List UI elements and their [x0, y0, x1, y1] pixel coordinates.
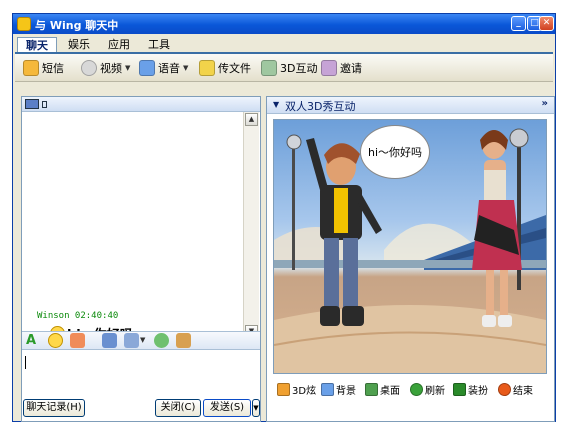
contact-avatar-icon: [25, 99, 39, 109]
3d-effect-icon: [277, 383, 290, 396]
chat-window: 与 Wing 聊天中 _ □ ✕ 聊天 娱乐 应用 工具 短信 视频 ▼ 语音 …: [12, 13, 556, 422]
message-sender-time: Winson 02:40:40: [37, 311, 119, 321]
dress-up-icon: [453, 383, 466, 396]
expand-panel-icon[interactable]: »: [542, 98, 548, 109]
3d-interact-icon: [261, 59, 277, 76]
refresh-label: 刷新: [425, 386, 445, 397]
title-bar[interactable]: 与 Wing 聊天中 _ □ ✕: [13, 14, 555, 34]
3d-scene[interactable]: hi～你好吗: [273, 119, 547, 374]
invite-button[interactable]: 邀请: [321, 58, 362, 77]
background-label: 背景: [336, 386, 356, 397]
send-button[interactable]: 发送(S): [203, 399, 251, 417]
background-icon: [321, 383, 334, 396]
scroll-up-icon[interactable]: ▲: [245, 113, 258, 126]
sms-button[interactable]: 短信: [23, 58, 64, 77]
close-window-button[interactable]: ✕: [539, 16, 554, 31]
message-bubble-icon[interactable]: [154, 333, 169, 348]
sms-label: 短信: [42, 61, 64, 75]
file-transfer-icon: [199, 59, 215, 76]
screenshot-icon[interactable]: [102, 333, 117, 348]
video-label: 视频: [100, 61, 122, 75]
end-label: 结束: [513, 386, 533, 397]
desktop-icon: [365, 383, 378, 396]
image-icon[interactable]: [124, 333, 139, 348]
desktop-button[interactable]: 桌面: [365, 382, 400, 397]
refresh-button[interactable]: 刷新: [410, 382, 445, 397]
window-title: 与 Wing 聊天中: [35, 19, 119, 32]
power-icon: [498, 383, 511, 396]
tab-chat[interactable]: 聊天: [17, 37, 57, 52]
3d-interact-label: 3D互动: [280, 61, 318, 75]
chat-panel: Winson 02:40:40 hi～你好吗 ▲ ▼ A ▼: [21, 96, 261, 422]
chat-history[interactable]: Winson 02:40:40 hi～你好吗: [23, 112, 243, 343]
invite-label: 邀请: [340, 61, 362, 75]
voice-label: 语音: [158, 61, 180, 75]
dress-up-label: 装扮: [468, 386, 488, 397]
end-button[interactable]: 结束: [498, 382, 533, 397]
voice-dropdown-icon[interactable]: ▼: [183, 64, 188, 72]
app-logo-icon: [17, 17, 31, 31]
chat-history-button[interactable]: 聊天记录(H): [23, 399, 85, 417]
sms-icon: [23, 59, 39, 76]
scene-icon[interactable]: [176, 333, 191, 348]
file-transfer-label: 传文件: [218, 61, 251, 75]
magic-emoticon-icon[interactable]: [70, 333, 85, 348]
3d-effect-button[interactable]: 3D炫: [277, 382, 316, 397]
speech-bubble: hi～你好吗: [360, 125, 430, 179]
chat-panel-header: [22, 97, 260, 112]
font-icon[interactable]: A: [26, 333, 41, 348]
refresh-icon: [410, 383, 423, 396]
main-toolbar: 短信 视频 ▼ 语音 ▼ 传文件 3D互动 邀请: [15, 54, 553, 82]
chat-scrollbar[interactable]: ▲ ▼: [243, 112, 259, 339]
desktop-label: 桌面: [380, 386, 400, 397]
file-transfer-button[interactable]: 传文件: [199, 58, 251, 77]
3d-action-bar: 3D炫 背景 桌面 刷新 装扮 结束: [267, 380, 554, 400]
video-icon: [81, 59, 97, 76]
collapse-icon[interactable]: ▼: [273, 100, 279, 109]
tab-tools[interactable]: 工具: [141, 37, 177, 52]
3d-show-panel: ▼ 双人3D秀互动 » hi～你好吗 3D炫 背景 桌面 刷新 装扮 结束: [266, 96, 555, 422]
send-options-icon[interactable]: ▼: [252, 399, 260, 417]
edit-toolbar: A ▼: [22, 331, 260, 350]
3d-show-title: 双人3D秀互动: [285, 100, 356, 113]
menu-bar: 聊天 娱乐 应用 工具: [15, 36, 553, 54]
3d-effect-label: 3D炫: [292, 386, 317, 397]
voice-icon: [139, 59, 155, 76]
image-dropdown-icon[interactable]: ▼: [140, 336, 145, 344]
video-dropdown-icon[interactable]: ▼: [125, 64, 130, 72]
tab-apps[interactable]: 应用: [101, 37, 137, 52]
video-button[interactable]: 视频 ▼: [81, 58, 130, 77]
invite-icon: [321, 59, 337, 76]
dress-up-button[interactable]: 装扮: [453, 382, 488, 397]
minimize-button[interactable]: _: [511, 16, 526, 31]
emoticon-picker-icon[interactable]: [48, 333, 63, 348]
chat-bottom-bar: 聊天记录(H) 关闭(C) 发送(S) ▼: [21, 398, 261, 418]
tab-entertainment[interactable]: 娱乐: [61, 37, 97, 52]
3d-interact-button[interactable]: 3D互动: [261, 58, 317, 77]
voice-button[interactable]: 语音 ▼: [139, 58, 188, 77]
close-button[interactable]: 关闭(C): [155, 399, 201, 417]
background-button[interactable]: 背景: [321, 382, 356, 397]
3d-show-header[interactable]: ▼ 双人3D秀互动 »: [267, 97, 554, 114]
text-cursor: [25, 356, 26, 369]
signal-icon: [42, 101, 47, 108]
